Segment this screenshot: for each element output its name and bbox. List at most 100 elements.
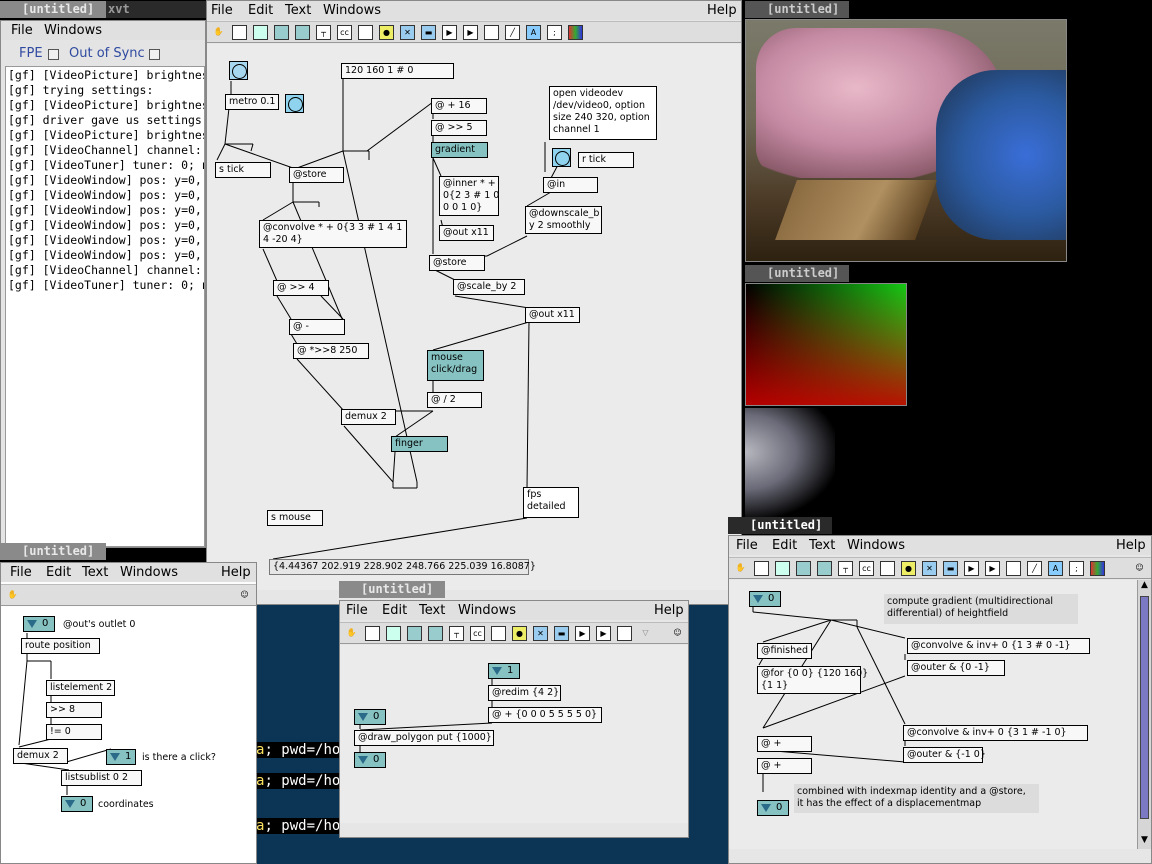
downscale-object[interactable]: @downscale_b y 2 smoothly [525,206,602,234]
bang-tool-icon[interactable]: ● [512,626,527,641]
array-tool-icon[interactable]: ╱ [1027,561,1042,576]
message-tool-icon[interactable] [253,25,268,40]
inlet-tool-icon[interactable]: ▶ [575,626,590,641]
out-of-sync-checkbox[interactable] [149,49,160,60]
middle-number-bottom[interactable]: 0 [354,752,386,768]
symbol-tool-icon[interactable] [817,561,832,576]
main-canvas[interactable]: metro 0.1 120 160 1 # 0 @ + 16 @ >> 5 gr… [207,44,741,590]
menu-help[interactable]: Help [654,603,684,618]
color-tool-icon[interactable] [568,25,583,40]
object-tool-icon[interactable] [365,626,380,641]
graph-tool-icon[interactable] [491,626,506,641]
metro-object[interactable]: metro 0.1 [225,94,280,110]
slider-tool-icon[interactable]: ▬ [421,25,436,40]
outer2-object[interactable]: @outer & {-1 0} [903,747,986,763]
dims-message[interactable]: 120 160 1 # 0 [341,63,454,79]
menu-edit[interactable]: Edit [46,565,71,580]
number-tool-icon[interactable] [796,561,811,576]
menu-text[interactable]: Text [809,538,835,553]
message-tool-icon[interactable] [386,626,401,641]
user-icon[interactable]: ☺ [670,626,685,641]
video-title-tab[interactable]: [untitled] [745,1,849,18]
canvas-tool-icon[interactable] [617,626,632,641]
s-mouse-object[interactable]: s mouse [267,510,323,526]
div2-object[interactable]: @ / 2 [427,392,482,408]
menu-help[interactable]: Help [707,3,737,18]
inlet-tool-icon[interactable]: ▶ [442,25,457,40]
vu-tool-icon[interactable]: A [1048,561,1063,576]
scroll-up-icon[interactable]: ▲ [1138,580,1151,594]
shift8-object[interactable]: >> 8 [46,702,102,718]
minus-object[interactable]: @ - [289,319,345,335]
object-tool-icon[interactable] [754,561,769,576]
toggle-tool-icon[interactable]: ✕ [922,561,937,576]
draw-polygon-object[interactable]: @draw_polygon put {1000} [354,730,494,746]
right-vertical-scrollbar[interactable]: ▲ ▼ [1137,580,1151,849]
semicolon-tool-icon[interactable]: ; [547,25,562,40]
right-canvas[interactable]: 0 compute gradient (multidirectional dif… [729,580,1137,849]
hand-tool-icon[interactable]: ✋ [733,561,748,576]
open-videodev-message[interactable]: open videodev /dev/video0, option size 2… [549,86,657,140]
outlet-tool-icon[interactable]: ▶ [985,561,1000,576]
gradient-object[interactable]: gradient [431,142,488,158]
menu-help[interactable]: Help [221,565,251,580]
dropdown-tool-icon[interactable]: ▽ [638,626,653,641]
menu-windows[interactable]: Windows [847,538,905,553]
outlet-tool-icon[interactable]: ▶ [463,25,478,40]
finished-object[interactable]: @finished [757,643,812,659]
listelement-object[interactable]: listelement 2 [46,680,115,696]
color-tool-icon[interactable] [1090,561,1105,576]
left-canvas[interactable]: 0 @out's outlet 0 route position listele… [1,607,256,863]
plus2-object[interactable]: @ + [757,758,812,774]
console-title-tab[interactable]: [untitled] [0,1,106,18]
graph-tool-icon[interactable] [358,25,373,40]
menu-edit[interactable]: Edit [772,538,797,553]
demux-object[interactable]: demux 2 [13,748,68,764]
click-number-box[interactable]: 1 [106,749,136,765]
plus1-object[interactable]: @ + [757,736,812,752]
symbol-tool-icon[interactable] [295,25,310,40]
menu-file[interactable]: File [346,603,368,618]
outlet-number-box[interactable]: 0 [23,616,55,632]
right-patch-title-tab[interactable]: [untitled] [728,517,832,534]
redim-object[interactable]: @redim {4 2} [488,685,561,701]
user-icon[interactable]: ☺ [237,588,252,603]
middle-number-top[interactable]: 0 [354,709,386,725]
coordinates-number-box[interactable]: 0 [61,796,93,812]
symbol-tool-icon[interactable] [428,626,443,641]
not-equal-object[interactable]: != 0 [46,724,102,740]
middle-number-1[interactable]: 1 [488,663,520,679]
comment-tool-icon[interactable]: cc [859,561,874,576]
menu-windows[interactable]: Windows [323,3,381,18]
at-in-object[interactable]: @in [543,177,598,193]
mouse-object[interactable]: mouse click/drag [427,350,484,381]
convolve2-object[interactable]: @convolve & inv+ 0 {3 1 # -1 0} [903,725,1088,741]
message-tool-icon[interactable] [775,561,790,576]
menu-text[interactable]: Text [419,603,445,618]
demux-object[interactable]: demux 2 [341,409,396,425]
menu-edit[interactable]: Edit [382,603,407,618]
right-number-top[interactable]: 0 [749,591,781,607]
hand-tool-icon[interactable]: ✋ [211,25,226,40]
menu-text[interactable]: Text [82,565,108,580]
wire-tool-icon[interactable]: ┬ [316,25,331,40]
inlet-tool-icon[interactable]: ▶ [964,561,979,576]
toggle-tool-icon[interactable]: ✕ [533,626,548,641]
listsublist-object[interactable]: listsublist 0 2 [61,770,142,786]
shift8-object[interactable]: @ *>>8 250 [293,343,369,359]
menu-file[interactable]: File [11,23,33,38]
loadbang-bang[interactable] [229,61,248,80]
out11b-object[interactable]: @out x11 [525,307,580,323]
number-tool-icon[interactable] [274,25,289,40]
user-icon[interactable]: ☺ [1132,561,1147,576]
menu-windows[interactable]: Windows [458,603,516,618]
outlet-tool-icon[interactable]: ▶ [596,626,611,641]
menu-text[interactable]: Text [285,3,311,18]
graph-tool-icon[interactable] [880,561,895,576]
canvas-tool-icon[interactable] [1006,561,1021,576]
bang-tool-icon[interactable]: ● [901,561,916,576]
array-tool-icon[interactable]: ╱ [505,25,520,40]
convolve1-object[interactable]: @convolve & inv+ 0 {1 3 # 0 -1} [907,638,1090,654]
fpe-checkbox[interactable] [48,49,59,60]
scroll-thumb[interactable] [1140,596,1149,819]
